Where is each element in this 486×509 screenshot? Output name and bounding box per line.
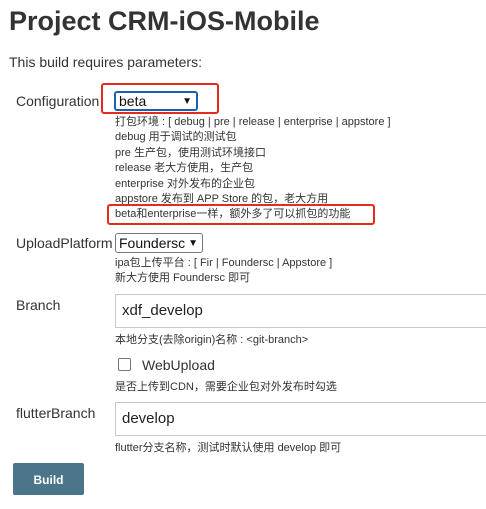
web-upload-description: 是否上传到CDN，需要企业包对外发布时勾选 bbox=[115, 381, 337, 393]
chevron-down-icon: ▼ bbox=[188, 238, 198, 249]
build-button[interactable]: Build bbox=[13, 463, 84, 495]
description-line: pre 生产包，使用测试环境接口 bbox=[115, 146, 266, 159]
upload-platform-label: UploadPlatform bbox=[16, 235, 113, 251]
annotation-box-beta-note bbox=[107, 204, 375, 225]
configuration-select[interactable]: beta ▼ bbox=[114, 91, 198, 111]
description-line: 打包环境 : [ debug | pre | release | enterpr… bbox=[115, 116, 391, 128]
description-line: ipa包上传平台 : [ Fir | Foundersc | Appstore … bbox=[115, 257, 333, 269]
flutter-branch-input[interactable]: develop bbox=[115, 402, 486, 436]
branch-description: 本地分支(去除origin)名称 : <git-branch> bbox=[115, 334, 309, 346]
configuration-label: Configuration bbox=[16, 93, 100, 109]
description-line: release 老大方使用，生产包 bbox=[115, 162, 254, 175]
upload-platform-select-value: Foundersc bbox=[119, 235, 185, 251]
page-subtitle: This build requires parameters: bbox=[9, 54, 202, 70]
branch-label: Branch bbox=[16, 297, 61, 313]
description-line: enterprise 对外发布的企业包 bbox=[115, 177, 255, 190]
upload-platform-description: ipa包上传平台 : [ Fir | Foundersc | Appstore … bbox=[115, 256, 332, 287]
flutter-branch-description: flutter分支名称，测试时默认使用 develop 即可 bbox=[115, 442, 342, 454]
branch-input[interactable]: xdf_develop bbox=[115, 294, 486, 328]
description-line: 新大方使用 Foundersc 即可 bbox=[115, 272, 251, 285]
page-title: Project CRM-iOS-Mobile bbox=[9, 6, 320, 36]
flutter-branch-label: flutterBranch bbox=[16, 405, 96, 421]
chevron-down-icon: ▼ bbox=[182, 96, 192, 107]
web-upload-checkbox[interactable] bbox=[118, 358, 131, 371]
description-line: debug 用于调试的测试包 bbox=[115, 131, 237, 144]
web-upload-label[interactable]: WebUpload bbox=[142, 357, 215, 373]
configuration-select-value: beta bbox=[119, 93, 147, 109]
upload-platform-select[interactable]: Foundersc ▼ bbox=[115, 233, 203, 253]
